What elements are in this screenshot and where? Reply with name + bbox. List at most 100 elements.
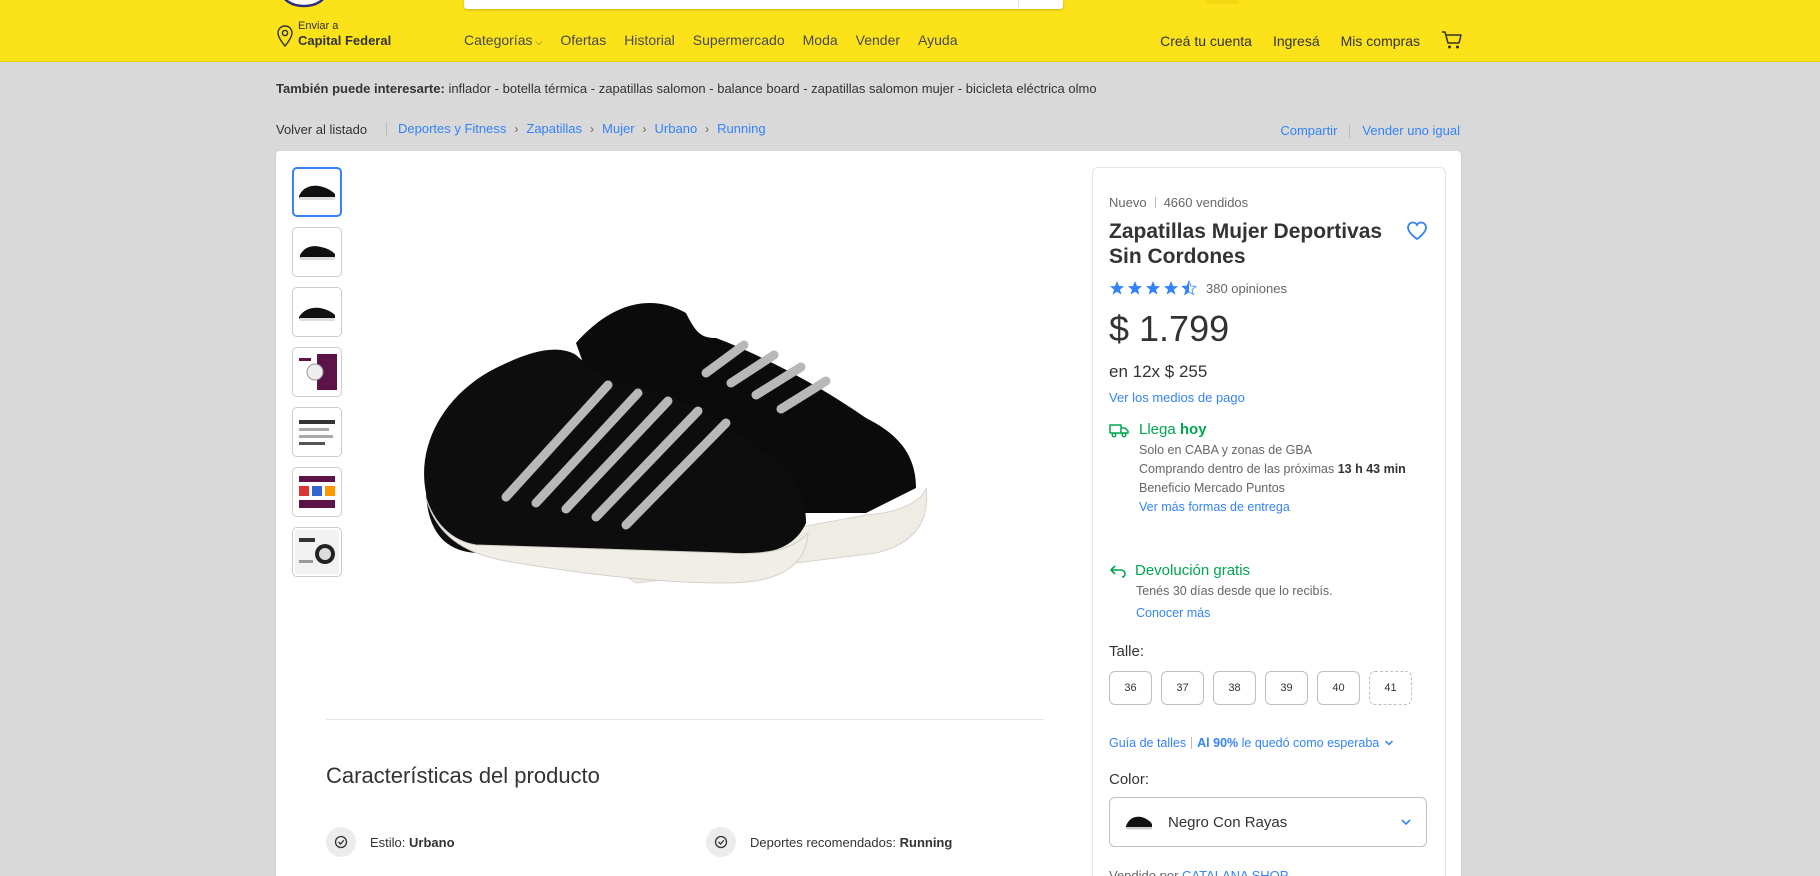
thumbnail-2[interactable] [292,227,342,277]
section-divider [326,719,1044,720]
shipping-line-3: Beneficio Mercado Puntos [1139,481,1285,495]
installments: en 12x $ 255 [1109,362,1207,382]
size-option-38[interactable]: 38 [1213,671,1256,705]
fit-percentage: Al 90% [1197,736,1239,750]
login-link[interactable]: Ingresá [1273,33,1320,49]
size-option-39[interactable]: 39 [1265,671,1308,705]
thumbnail-6[interactable] [292,467,342,517]
shipping-location[interactable]: Enviar a Capital Federal [276,20,391,50]
sold-count: 4660 vendidos [1163,195,1249,210]
nav-item-historial[interactable]: Historial [624,32,675,48]
shipping-title-prefix: Llega [1139,421,1176,438]
size-guide-separator [1191,737,1193,749]
promo-banner[interactable] [1205,0,1239,4]
feature-style-value: Urbano [409,834,455,850]
check-circle-icon [326,827,356,857]
shoe-thumbnail [299,185,335,200]
user-nav: Creá tu cuenta Ingresá Mis compras [1160,30,1463,50]
thumbnail-5[interactable] [292,407,342,457]
promo-thumbnail [295,350,339,394]
search-divider [1018,0,1019,7]
size-option-36[interactable]: 36 [1109,671,1152,705]
size-option-40[interactable]: 40 [1317,671,1360,705]
chevron-down-icon: ⌵ [535,37,543,47]
share-separator [1349,123,1351,138]
returns-line-1: Tenés 30 días desde que lo recibís. [1136,584,1333,598]
buy-box: Nuevo 4660 vendidos Zapatillas Mujer Dep… [1092,167,1446,876]
payment-methods-link[interactable]: Ver los medios de pago [1109,390,1245,405]
thumbnail-3[interactable] [292,287,342,337]
breadcrumb-item-deportes[interactable]: Deportes y Fitness [398,121,506,136]
nav-item-supermercado[interactable]: Supermercado [693,32,785,48]
chevron-right-icon: › [590,121,595,136]
breadcrumb-item-running[interactable]: Running [717,121,765,136]
back-to-list-link[interactable]: Volver al listado [276,122,367,137]
mercadolibre-logo[interactable] [280,0,376,8]
shipping-line-2: Comprando dentro de las próximas [1139,462,1335,476]
color-select[interactable]: Negro Con Rayas [1109,797,1427,847]
star-full-icon [1110,281,1124,295]
breadcrumb-item-mujer[interactable]: Mujer [602,121,635,136]
shoe-thumbnail [300,246,335,260]
favorite-heart-icon[interactable] [1405,219,1429,243]
return-arrow-icon [1110,564,1126,578]
product-card: Características del producto Estilo: Urb… [276,151,1461,876]
shipping-countdown: 13 h 43 min [1337,462,1406,476]
location-city: Capital Federal [298,33,392,48]
condition-separator [1154,197,1156,208]
feature-style: Estilo: Urbano [326,827,455,857]
create-account-link[interactable]: Creá tu cuenta [1160,33,1252,49]
size-chart-thumbnail [295,410,339,454]
chevron-down-icon [1385,740,1394,746]
feature-sports: Deportes recomendados: Running [706,827,952,857]
my-purchases-link[interactable]: Mis compras [1341,33,1420,49]
thumbnail-7[interactable] [292,527,342,577]
seller-info: Vendido por CATALANA SHOP [1109,868,1288,876]
breadcrumb-separator [386,122,387,137]
seller-prefix: Vendido por [1109,868,1179,876]
nav-item-ofertas[interactable]: Ofertas [560,32,606,48]
chevron-right-icon: › [642,121,647,136]
nav-item-vender[interactable]: Vender [856,32,900,48]
feature-sports-label: Deportes recomendados: [750,834,896,850]
thumbnail-4[interactable] [292,347,342,397]
location-pin-icon [277,25,293,48]
top-header: Enviar a Capital Federal Categorías ⌵ Ofe… [0,0,1820,62]
related-searches-items[interactable]: inflador - botella térmica - zapatillas … [448,81,1096,96]
location-label: Enviar a [298,20,339,32]
returns-more-link[interactable]: Conocer más [1136,606,1210,620]
product-title: Zapatillas Mujer Deportivas Sin Cordones [1109,220,1383,268]
seller-name-link[interactable]: CATALANA SHOP [1182,868,1288,876]
shipping-line-1: Solo en CABA y zonas de GBA [1139,443,1313,457]
nav-item-categorias[interactable]: Categorías ⌵ [464,32,542,48]
shipping-title-bold: hoy [1179,421,1207,438]
share-link[interactable]: Compartir [1280,123,1337,138]
color-select-value: Negro Con Rayas [1168,813,1288,831]
nav-item-ayuda[interactable]: Ayuda [918,32,957,48]
thumbnail-1[interactable] [292,167,342,217]
size-option-41[interactable]: 41 [1369,671,1412,705]
related-searches-label: También puede interesarte: [276,81,445,96]
star-full-icon [1128,281,1142,295]
rating-row[interactable]: 380 opiniones [1109,280,1287,296]
promo-thumbnail [295,530,339,574]
size-label: Talle: [1109,643,1145,660]
returns-title: Devolución gratis [1135,562,1251,579]
condition-row: Nuevo 4660 vendidos [1109,195,1248,210]
product-main-image[interactable] [396,283,1006,613]
size-guide-row[interactable]: Guía de talles Al 90% le quedó como espe… [1109,736,1394,750]
size-guide-link[interactable]: Guía de talles [1109,736,1186,750]
breadcrumb: Deportes y Fitness › Zapatillas › Mujer … [398,121,766,136]
breadcrumb-item-urbano[interactable]: Urbano [655,121,698,136]
chevron-right-icon: › [514,121,519,136]
breadcrumb-item-zapatillas[interactable]: Zapatillas [526,121,582,136]
sell-same-link[interactable]: Vender uno igual [1362,123,1460,138]
nav-item-moda[interactable]: Moda [803,32,838,48]
more-delivery-options-link[interactable]: Ver más formas de entrega [1139,500,1290,514]
shipping-info: Llega hoy Solo en CABA y zonas de GBA Co… [1109,421,1429,517]
feature-sports-value: Running [899,834,953,850]
size-option-37[interactable]: 37 [1161,671,1204,705]
search-input[interactable] [464,0,1063,9]
cart-icon[interactable] [1441,30,1463,50]
returns-info: Devolución gratis Tenés 30 días desde qu… [1109,562,1429,624]
